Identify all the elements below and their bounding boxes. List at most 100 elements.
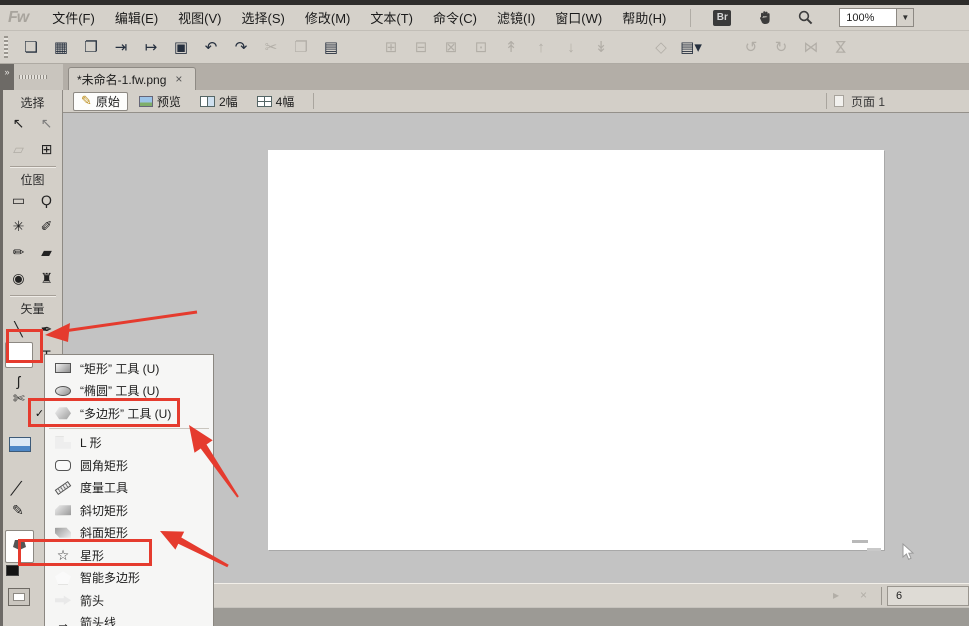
panel-grip[interactable] bbox=[19, 75, 47, 79]
ungroup-button[interactable]: ⊟ bbox=[411, 36, 431, 58]
menu-item-arrow[interactable]: ✓ 箭头 bbox=[45, 589, 213, 612]
subselection-tool[interactable]: ↖ bbox=[33, 110, 61, 136]
view-mode-preview[interactable]: 预览 bbox=[131, 92, 189, 111]
line-tool[interactable]: ╲ bbox=[5, 316, 33, 342]
rotate-cw-button[interactable]: ↻ bbox=[771, 36, 791, 58]
black-color-swatch[interactable] bbox=[6, 565, 19, 576]
menu-commands[interactable]: 命令(C) bbox=[423, 5, 487, 30]
menu-item-rounded-rectangle[interactable]: ✓ 圆角矩形 bbox=[45, 454, 213, 477]
import-button[interactable]: ⇥ bbox=[111, 36, 131, 58]
menu-item-chamfer-rectangle[interactable]: ✓ 斜切矩形 bbox=[45, 499, 213, 522]
tab-close-icon[interactable]: × bbox=[175, 72, 182, 86]
canvas-corner-handle[interactable] bbox=[852, 540, 868, 543]
magic-wand-tool[interactable]: ✳ bbox=[5, 213, 33, 239]
menu-item-bevel-rectangle[interactable]: ✓ 斜面矩形 bbox=[45, 522, 213, 545]
align-button[interactable]: ▤▾ bbox=[681, 36, 701, 58]
menu-item-icon bbox=[55, 407, 71, 420]
free-transform-button[interactable]: ◇ bbox=[651, 36, 671, 58]
bridge-button[interactable]: Br bbox=[713, 10, 731, 26]
copy-button[interactable]: ❐ bbox=[291, 36, 311, 58]
undo-button[interactable]: ↶ bbox=[201, 36, 221, 58]
menu-item-star[interactable]: ✓ 星形 bbox=[45, 544, 213, 567]
rotate-ccw-button[interactable]: ↺ bbox=[741, 36, 761, 58]
lasso-tool[interactable]: Ϙ bbox=[33, 187, 61, 213]
eraser-tool[interactable]: ▰ bbox=[33, 239, 61, 265]
crop-tool[interactable]: ⊞ bbox=[33, 136, 61, 162]
panel-collapse-icon[interactable]: » bbox=[0, 64, 14, 90]
view-mode-4up[interactable]: 4幅 bbox=[249, 92, 303, 111]
menu-window[interactable]: 窗口(W) bbox=[545, 5, 612, 30]
menu-filters[interactable]: 滤镜(I) bbox=[487, 5, 545, 30]
zoom-dropdown-arrow-icon[interactable]: ▼ bbox=[897, 8, 914, 27]
paste-button[interactable]: ▤ bbox=[321, 36, 341, 58]
split-button[interactable]: ⊡ bbox=[471, 36, 491, 58]
join-button[interactable]: ⊠ bbox=[441, 36, 461, 58]
menu-item-polygon-tool[interactable]: ✓ “多边形” 工具 (U) bbox=[45, 402, 213, 425]
menu-item-l-shape[interactable]: ✓ L 形 bbox=[45, 432, 213, 455]
bring-forward-button[interactable]: ↑ bbox=[531, 36, 551, 58]
menu-item-arrow-line[interactable]: ✓ 箭头线 bbox=[45, 612, 213, 626]
document-tab-bar: *未命名-1.fw.png × bbox=[63, 64, 969, 90]
view-mode-original[interactable]: 原始 bbox=[73, 92, 128, 111]
group-button[interactable]: ⊞ bbox=[381, 36, 401, 58]
eyedropper-tool[interactable]: ╱ bbox=[11, 479, 22, 497]
open-button[interactable]: ❐ bbox=[81, 36, 101, 58]
mouse-cursor-icon bbox=[900, 543, 916, 561]
send-to-back-button[interactable]: ↡ bbox=[591, 36, 611, 58]
knife-tool[interactable]: ✄ bbox=[13, 390, 25, 407]
paint-bucket-icon bbox=[13, 540, 26, 550]
view-mode-label: 原始 bbox=[96, 93, 120, 110]
new-document-button[interactable]: ❏ bbox=[21, 36, 41, 58]
toolbar-grip[interactable] bbox=[4, 36, 8, 58]
cut-button[interactable]: ✂ bbox=[261, 36, 281, 58]
marquee-tool[interactable]: ▭ bbox=[5, 187, 33, 213]
bring-to-front-button[interactable]: ↟ bbox=[501, 36, 521, 58]
menu-view[interactable]: 视图(V) bbox=[168, 5, 231, 30]
menu-edit[interactable]: 编辑(E) bbox=[105, 5, 168, 30]
menu-item-rectangle-tool[interactable]: ✓ “矩形” 工具 (U) bbox=[45, 357, 213, 380]
fill-color-button[interactable] bbox=[5, 530, 34, 563]
screen-mode-button[interactable] bbox=[8, 588, 30, 606]
menu-item-smart-polygon[interactable]: ✓ 智能多边形 bbox=[45, 567, 213, 590]
pointer-tool[interactable]: ↖ bbox=[5, 110, 33, 136]
select-behind-tool[interactable]: ▱ bbox=[5, 136, 33, 162]
zoom-level-control[interactable]: 100% ▼ bbox=[839, 8, 914, 27]
view-mode-label: 预览 bbox=[157, 93, 181, 110]
page-separator bbox=[826, 93, 827, 109]
status-play-icon[interactable]: ▸ bbox=[833, 588, 839, 602]
menu-item-measure-tool[interactable]: ✓ 度量工具 bbox=[45, 477, 213, 500]
brush-tool[interactable]: ✐ bbox=[33, 213, 61, 239]
document-tab[interactable]: *未命名-1.fw.png × bbox=[68, 67, 196, 90]
status-close-icon[interactable]: × bbox=[860, 588, 867, 602]
menu-modify[interactable]: 修改(M) bbox=[295, 5, 361, 30]
menu-select[interactable]: 选择(S) bbox=[232, 5, 295, 30]
send-backward-button[interactable]: ↓ bbox=[561, 36, 581, 58]
blur-tool[interactable]: ◉ bbox=[5, 265, 33, 291]
stroke-pencil-icon[interactable]: ✎ bbox=[12, 502, 24, 519]
menu-file[interactable]: 文件(F) bbox=[42, 5, 105, 30]
slice-tool[interactable] bbox=[9, 437, 31, 452]
zoom-search-icon[interactable] bbox=[793, 8, 817, 28]
view-mode-2up[interactable]: 2幅 bbox=[192, 92, 246, 111]
menu-text[interactable]: 文本(T) bbox=[360, 5, 423, 30]
hand-tool-icon[interactable] bbox=[753, 8, 777, 28]
menu-item-icon bbox=[55, 528, 71, 538]
flip-vertical-button[interactable]: ⋈ bbox=[830, 37, 852, 57]
save-button[interactable]: ▦ bbox=[51, 36, 71, 58]
rubber-stamp-tool[interactable]: ♜ bbox=[33, 265, 61, 291]
status-separator bbox=[881, 587, 882, 605]
pen-tool[interactable]: ✒ bbox=[33, 316, 61, 342]
zoom-level-value[interactable]: 100% bbox=[839, 8, 897, 27]
print-button[interactable]: ▣ bbox=[171, 36, 191, 58]
polygon-tool[interactable] bbox=[5, 342, 33, 368]
menu-item-ellipse-tool[interactable]: ✓ “椭圆” 工具 (U) bbox=[45, 380, 213, 403]
screen-mode-inner bbox=[13, 593, 25, 601]
flip-horizontal-button[interactable]: ⋈ bbox=[801, 36, 821, 58]
canvas[interactable] bbox=[268, 150, 884, 550]
canvas-corner-handle[interactable] bbox=[867, 548, 881, 551]
export-button[interactable]: ↦ bbox=[141, 36, 161, 58]
redo-button[interactable]: ↷ bbox=[231, 36, 251, 58]
menu-item-label: 度量工具 bbox=[80, 479, 128, 496]
pencil-tool[interactable]: ✏ bbox=[5, 239, 33, 265]
menu-help[interactable]: 帮助(H) bbox=[612, 5, 676, 30]
